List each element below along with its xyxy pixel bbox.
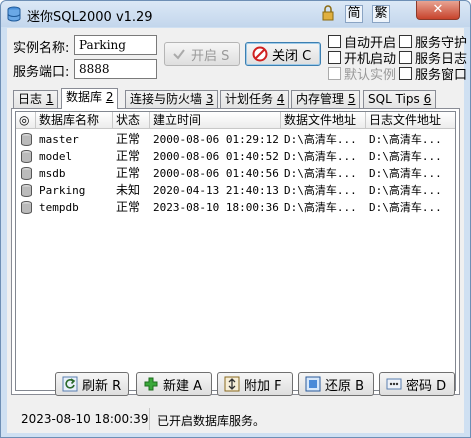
lock-icon[interactable] bbox=[319, 5, 337, 23]
table-row[interactable]: master 正常 2000-08-06 01:29:12 D:\高清车... … bbox=[16, 131, 455, 148]
column-header-data-file[interactable]: 数据文件地址 bbox=[281, 112, 366, 129]
new-database-label: 新建 A bbox=[163, 378, 203, 394]
window-title: 迷你SQL2000 v1.29 bbox=[27, 10, 153, 25]
restore-database-label: 还原 B bbox=[325, 378, 365, 394]
column-header-created[interactable]: 建立时间 bbox=[150, 112, 281, 129]
table-row[interactable]: Parking 未知 2020-04-13 21:40:13 D:\高清车...… bbox=[16, 182, 455, 199]
attach-icon bbox=[224, 376, 240, 392]
table-row[interactable]: tempdb 正常 2023-08-10 18:00:36 D:\高清车... … bbox=[16, 199, 455, 216]
select-column-header[interactable]: ◎ bbox=[16, 112, 36, 129]
refresh-label: 刷新 R bbox=[82, 378, 122, 394]
tab-scheduled-tasks[interactable]: 计划任务 4 bbox=[220, 90, 290, 108]
table-row[interactable]: model 正常 2000-08-06 01:40:52 D:\高清车... D… bbox=[16, 148, 455, 165]
start-service-button[interactable]: 开启 S bbox=[164, 42, 240, 66]
status-bar: 2023-08-10 18:00:39 已开启数据库服务。 bbox=[7, 408, 464, 432]
password-label: 密码 D bbox=[406, 378, 447, 394]
status-time: 2023-08-10 18:00:39 bbox=[21, 412, 149, 426]
status-divider bbox=[149, 408, 150, 430]
service-port-input[interactable]: 8888 bbox=[74, 59, 157, 79]
tab-database[interactable]: 数据库 2 bbox=[61, 88, 119, 109]
password-button[interactable]: 密码 D bbox=[379, 372, 455, 396]
database-grid[interactable]: ◎ 数据库名称 状态 建立时间 数据文件地址 日志文件地址 master 正常 … bbox=[15, 111, 456, 391]
column-header-name[interactable]: 数据库名称 bbox=[36, 112, 113, 129]
attach-database-button[interactable]: 附加 F bbox=[217, 372, 293, 396]
service-window-checkbox[interactable]: 服务窗口 bbox=[399, 64, 467, 83]
database-icon bbox=[21, 184, 32, 197]
attach-database-label: 附加 F bbox=[244, 378, 282, 394]
password-icon bbox=[386, 378, 402, 390]
main-client-area: 实例名称: Parking 服务端口: 8888 开启 S 关闭 C 自动开启 … bbox=[7, 28, 467, 433]
restore-icon bbox=[305, 376, 321, 392]
close-window-button[interactable]: ✕ bbox=[416, 1, 460, 20]
restore-database-button[interactable]: 还原 B bbox=[298, 372, 374, 396]
app-icon bbox=[7, 6, 21, 22]
app-window: 迷你SQL2000 v1.29 简 繁 ✕ 实例名称: Parking 服务端口… bbox=[0, 0, 471, 438]
status-message: 已开启数据库服务。 bbox=[157, 414, 266, 428]
refresh-button[interactable]: 刷新 R bbox=[55, 372, 129, 396]
traditional-chinese-button[interactable]: 繁 bbox=[372, 5, 390, 23]
refresh-icon bbox=[62, 376, 78, 392]
column-header-status[interactable]: 状态 bbox=[113, 112, 150, 129]
plus-icon bbox=[144, 377, 158, 391]
default-instance-checkbox[interactable]: 默认实例 bbox=[328, 64, 396, 83]
database-icon bbox=[21, 150, 32, 163]
stop-icon bbox=[252, 46, 268, 62]
check-icon bbox=[173, 49, 185, 60]
database-icon bbox=[21, 167, 32, 180]
instance-label: 实例名称: bbox=[13, 41, 70, 56]
database-panel: ◎ 数据库名称 状态 建立时间 数据文件地址 日志文件地址 master 正常 … bbox=[11, 108, 460, 395]
new-database-button[interactable]: 新建 A bbox=[136, 372, 212, 396]
instance-name-input[interactable]: Parking bbox=[74, 35, 157, 55]
tab-log[interactable]: 日志 1 bbox=[13, 90, 59, 108]
start-service-label: 开启 S bbox=[191, 48, 230, 64]
tab-sql-tips[interactable]: SQL Tips 6 bbox=[363, 90, 437, 108]
tab-connection-firewall[interactable]: 连接与防火墙 3 bbox=[125, 90, 219, 108]
table-row[interactable]: msdb 正常 2000-08-06 01:40:56 D:\高清车... D:… bbox=[16, 165, 455, 182]
simplified-chinese-button[interactable]: 简 bbox=[345, 5, 363, 23]
tab-memory[interactable]: 内存管理 5 bbox=[291, 90, 361, 108]
database-icon bbox=[21, 201, 32, 214]
title-bar[interactable]: 迷你SQL2000 v1.29 简 繁 ✕ bbox=[1, 1, 470, 27]
port-label: 服务端口: bbox=[13, 65, 70, 80]
column-header-log-file[interactable]: 日志文件地址 bbox=[366, 112, 455, 129]
stop-service-label: 关闭 C bbox=[272, 48, 312, 64]
database-icon bbox=[21, 133, 32, 146]
stop-service-button[interactable]: 关闭 C bbox=[245, 42, 321, 66]
